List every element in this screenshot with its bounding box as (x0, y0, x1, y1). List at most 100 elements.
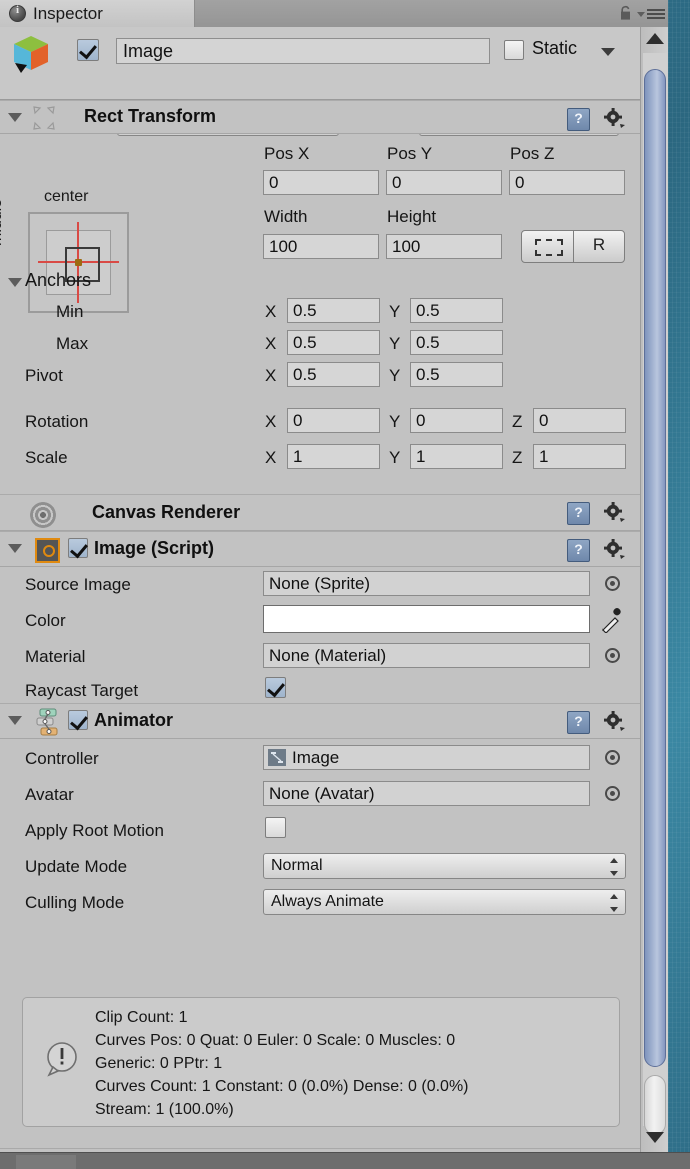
pos-y-input[interactable]: 0 (386, 170, 502, 195)
apply-root-motion-label: Apply Root Motion (25, 821, 164, 840)
controller-label: Controller (25, 749, 99, 768)
culling-mode-dropdown[interactable]: Always Animate (263, 889, 626, 915)
eyedropper-icon[interactable] (600, 605, 624, 633)
material-object-picker-icon[interactable] (605, 648, 620, 663)
material-field[interactable]: None (Material) (263, 643, 590, 668)
animator-header[interactable]: Animator (0, 703, 640, 739)
raw-mode-button[interactable]: R (574, 231, 624, 262)
animator-component-icon (36, 708, 58, 736)
anchor-min-y-input[interactable]: 0.5 (410, 298, 503, 323)
rot-z-axis-label: Z (512, 412, 523, 431)
gear-icon[interactable] (604, 502, 626, 523)
raycast-target-checkbox[interactable] (265, 677, 286, 698)
update-mode-label: Update Mode (25, 857, 128, 876)
gear-icon[interactable] (604, 711, 626, 732)
animator-foldout[interactable] (8, 716, 22, 725)
pos-y-label: Pos Y (387, 144, 433, 163)
gameobject-name-input[interactable]: Image (116, 38, 490, 64)
anchors-max-label: Max (56, 334, 89, 353)
dashed-rect-icon (535, 239, 563, 256)
anchor-preset-horizontal-label: center (44, 188, 89, 205)
help-icon[interactable] (567, 539, 590, 562)
material-label: Material (25, 647, 86, 666)
tab-bar: Inspector (0, 0, 668, 28)
vertical-scrollbar[interactable] (640, 27, 668, 1152)
pos-x-input[interactable]: 0 (263, 170, 379, 195)
max-x-axis-label: X (265, 334, 277, 353)
inspector-info-icon (9, 4, 26, 22)
blueprint-mode-button[interactable] (522, 231, 574, 262)
anchor-max-x-input[interactable]: 0.5 (287, 330, 380, 355)
scale-z-input[interactable]: 1 (533, 444, 626, 469)
help-icon[interactable] (567, 502, 590, 525)
rect-transform-header[interactable]: Rect Transform (0, 100, 640, 134)
help-icon[interactable] (567, 108, 590, 131)
image-component-icon (35, 538, 60, 563)
controller-object-picker-icon[interactable] (605, 750, 620, 765)
source-image-object-picker-icon[interactable] (605, 576, 620, 591)
canvas-renderer-header[interactable]: Canvas Renderer (0, 494, 640, 531)
rotation-x-input[interactable]: 0 (287, 408, 380, 433)
gear-icon[interactable] (604, 539, 626, 560)
source-image-label: Source Image (25, 575, 131, 594)
anchor-max-y-input[interactable]: 0.5 (410, 330, 503, 355)
controller-field[interactable]: Image (263, 745, 590, 770)
gameobject-header: Image Static Tag Untagged Layer UI (0, 27, 640, 136)
pivot-y-axis-label: Y (389, 366, 401, 385)
pos-z-input[interactable]: 0 (509, 170, 625, 195)
image-script-title: Image (Script) (94, 538, 215, 558)
gameobject-enabled-checkbox[interactable] (77, 39, 99, 61)
rotation-z-input[interactable]: 0 (533, 408, 626, 433)
scale-label: Scale (25, 448, 68, 467)
pivot-x-input[interactable]: 0.5 (287, 362, 380, 387)
update-mode-dropdown[interactable]: Normal (263, 853, 626, 879)
scrollbar-thumb-secondary[interactable] (644, 1075, 666, 1135)
culling-mode-label: Culling Mode (25, 893, 125, 912)
animator-info-text: Clip Count: 1 Curves Pos: 0 Quat: 0 Eule… (95, 1009, 469, 1118)
animator-enabled-checkbox[interactable] (68, 710, 88, 730)
rect-transform-icon (33, 106, 55, 130)
pos-z-label: Pos Z (510, 144, 555, 163)
blueprint-raw-toggle-group[interactable]: R (521, 230, 625, 263)
anchor-preset-vertical-label: middle (0, 198, 5, 246)
scale-x-input[interactable]: 1 (287, 444, 380, 469)
avatar-object-picker-icon[interactable] (605, 786, 620, 801)
anchors-foldout[interactable] (8, 278, 22, 287)
rect-transform-foldout[interactable] (8, 113, 22, 122)
anchor-min-x-input[interactable]: 0.5 (287, 298, 380, 323)
hamburger-menu-icon[interactable] (637, 7, 665, 20)
apply-root-motion-checkbox[interactable] (265, 817, 286, 838)
help-icon[interactable] (567, 711, 590, 734)
min-y-axis-label: Y (389, 302, 401, 321)
anchors-title: Anchors (25, 270, 92, 290)
tab-inspector[interactable]: Inspector (0, 0, 195, 27)
pivot-x-axis-label: X (265, 366, 277, 385)
height-input[interactable]: 100 (386, 234, 502, 259)
image-script-foldout[interactable] (8, 544, 22, 553)
static-dropdown-arrow[interactable] (601, 48, 615, 56)
raycast-target-label: Raycast Target (25, 681, 139, 700)
rotation-y-input[interactable]: 0 (410, 408, 503, 433)
bottom-tab-stub[interactable] (16, 1155, 76, 1169)
source-image-field[interactable]: None (Sprite) (263, 571, 590, 596)
chevron-updown-icon (609, 858, 618, 876)
gear-icon[interactable] (604, 108, 626, 129)
scroll-down-button[interactable] (644, 1128, 666, 1150)
image-script-enabled-checkbox[interactable] (68, 538, 88, 558)
pivot-y-input[interactable]: 0.5 (410, 362, 503, 387)
color-swatch[interactable] (263, 605, 590, 633)
avatar-field[interactable]: None (Avatar) (263, 781, 590, 806)
anchor-preset-widget[interactable] (28, 212, 129, 313)
rotation-label: Rotation (25, 412, 89, 431)
gameobject-cube-icon[interactable] (10, 33, 52, 75)
scale-y-input[interactable]: 1 (410, 444, 503, 469)
lock-icon[interactable] (619, 5, 632, 21)
static-checkbox[interactable] (504, 40, 524, 60)
animator-title: Animator (94, 710, 174, 730)
add-component-separator (0, 1148, 640, 1149)
scrollbar-thumb[interactable] (644, 69, 666, 1067)
width-input[interactable]: 100 (263, 234, 379, 259)
scroll-up-button[interactable] (644, 29, 666, 51)
update-mode-value: Normal (271, 857, 323, 874)
image-script-header[interactable]: Image (Script) (0, 531, 640, 567)
